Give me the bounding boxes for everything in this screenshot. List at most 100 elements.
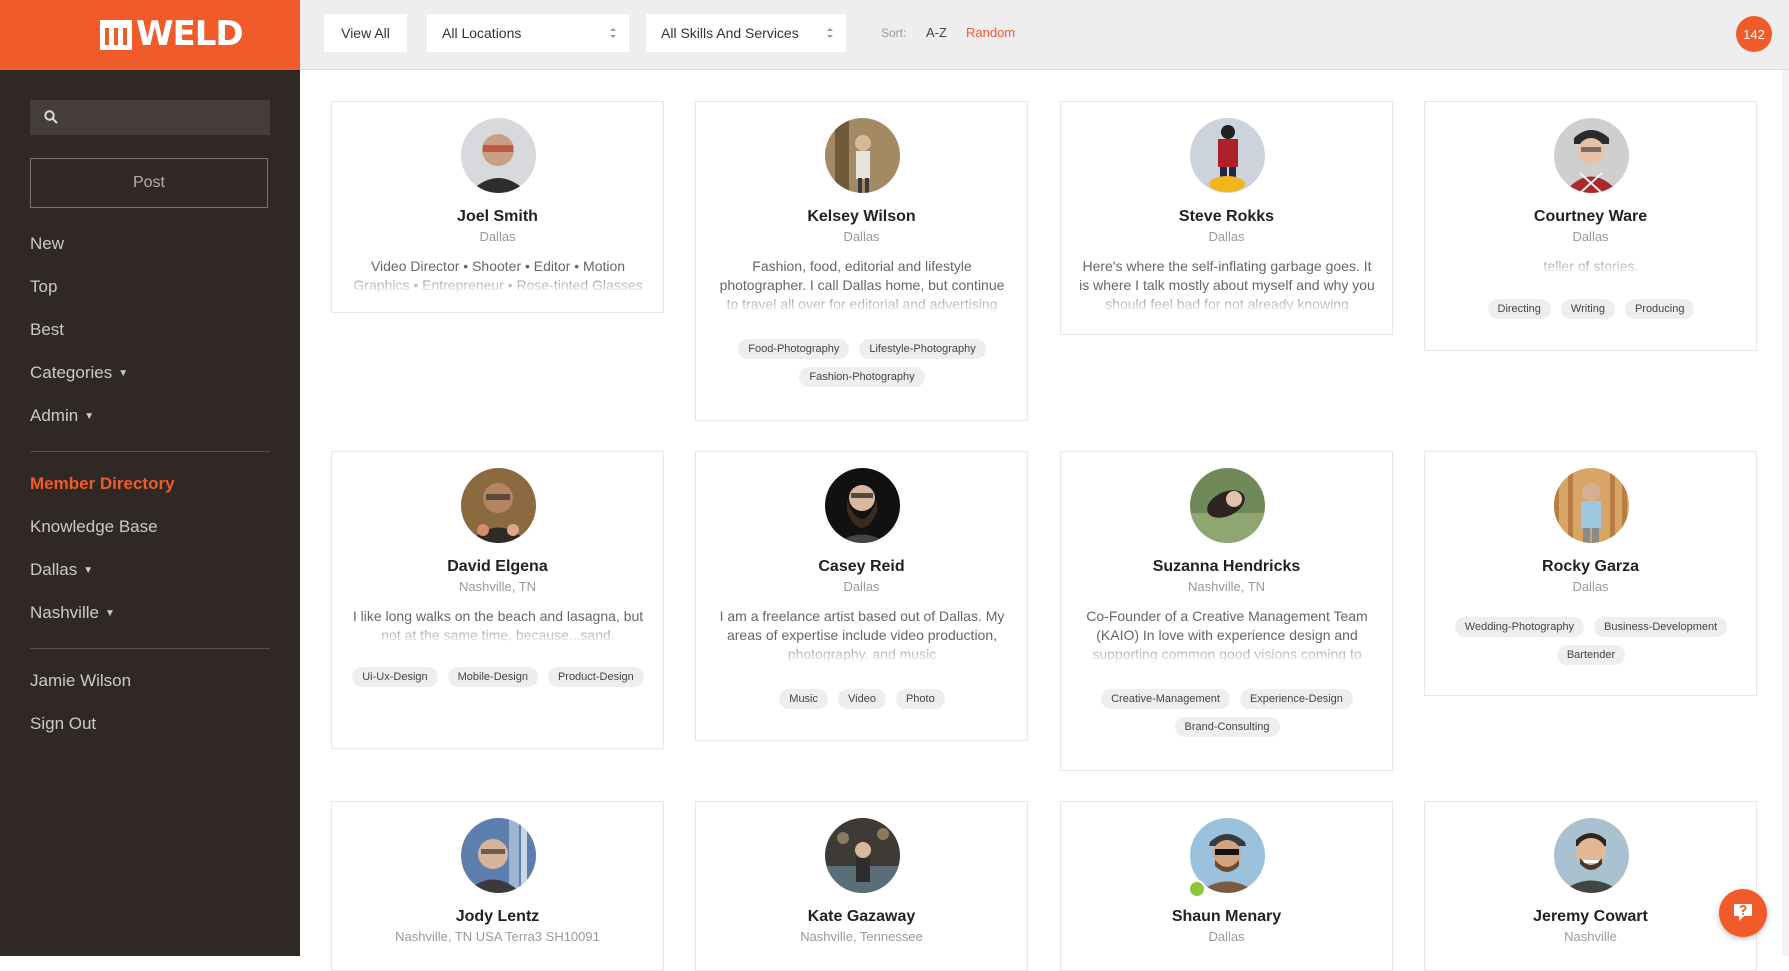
sidebar-divider	[30, 451, 270, 452]
logo-bar[interactable]: WELD	[0, 0, 300, 70]
member-name[interactable]: Kelsey Wilson	[696, 208, 1027, 226]
skill-tag[interactable]: Video	[838, 689, 886, 709]
skill-tag[interactable]: Mobile-Design	[447, 667, 538, 687]
skill-tag[interactable]: Ui-Ux-Design	[352, 667, 438, 687]
sidebar-item-label: Best	[30, 320, 65, 339]
sidebar-item-label: New	[30, 234, 65, 253]
skill-tag[interactable]: Music	[779, 689, 829, 709]
sort-az-link[interactable]: A-Z	[926, 25, 947, 40]
member-count-badge[interactable]: 142	[1736, 16, 1772, 52]
skill-tag[interactable]: Directing	[1487, 299, 1551, 319]
member-card[interactable]: Shaun Menary Dallas	[1060, 801, 1393, 971]
sidebar-item-nashville[interactable]: Nashville ▼	[30, 603, 115, 624]
caret-down-icon: ▼	[83, 565, 94, 576]
filter-toolbar: View All All Locations All Skills And Se…	[300, 0, 1789, 70]
avatar	[1554, 118, 1629, 193]
member-name[interactable]: Kate Gazaway	[696, 908, 1027, 926]
sidebar-item-top[interactable]: Top	[30, 277, 57, 297]
member-card[interactable]: Steve Rokks Dallas Here's where the self…	[1060, 101, 1393, 335]
member-name[interactable]: Steve Rokks	[1061, 208, 1392, 226]
sidebar-item-admin[interactable]: Admin ▼	[30, 406, 94, 427]
sidebar-item-label: Sign Out	[30, 714, 97, 733]
sidebar-item-label: Top	[30, 277, 58, 296]
sidebar-item-label: Knowledge Base	[30, 517, 158, 536]
sidebar-item-sign-out[interactable]: Sign Out	[30, 714, 96, 734]
avatar	[1554, 468, 1629, 543]
member-location: Dallas	[843, 579, 880, 594]
skill-tag[interactable]: Bartender	[1556, 645, 1626, 665]
member-card[interactable]: Suzanna Hendricks Nashville, TN Co-Found…	[1060, 451, 1393, 771]
member-bio: teller of stories.	[1441, 257, 1741, 276]
skill-tag[interactable]: Food-Photography	[738, 339, 850, 359]
select-arrows-icon	[610, 28, 616, 38]
avatar	[1190, 118, 1265, 193]
sidebar-search-input[interactable]	[30, 100, 270, 135]
member-card[interactable]: Courtney Ware Dallas teller of stories. …	[1424, 101, 1757, 351]
skill-tag[interactable]: Experience-Design	[1239, 689, 1353, 709]
location-select[interactable]: All Locations	[427, 14, 629, 52]
scrollbar-track[interactable]	[1782, 70, 1789, 956]
member-bio: Here's where the self-inflating garbage …	[1077, 257, 1377, 314]
sidebar-item-new[interactable]: New	[30, 234, 64, 254]
sidebar-item-label: Nashville	[30, 603, 99, 622]
skill-tag[interactable]: Brand-Consulting	[1174, 717, 1280, 737]
avatar	[825, 818, 900, 893]
skill-tag[interactable]: Product-Design	[547, 667, 644, 687]
sidebar-item-categories[interactable]: Categories ▼	[30, 363, 128, 384]
member-location: Dallas	[1572, 229, 1609, 244]
member-bio: Fashion, food, editorial and lifestyle p…	[712, 257, 1012, 314]
member-name[interactable]: Joel Smith	[332, 208, 663, 226]
sidebar-item-label: Member Directory	[30, 474, 175, 493]
sort-random-link[interactable]: Random	[966, 25, 1015, 40]
tag-list: Directing Writing Producing	[1437, 299, 1745, 319]
member-card[interactable]: Rocky Garza Dallas Wedding-Photography B…	[1424, 451, 1757, 696]
sort-label: Sort:	[881, 26, 907, 40]
member-bio: Co-Founder of a Creative Management Team…	[1077, 607, 1377, 664]
member-location: Dallas	[1208, 229, 1245, 244]
sidebar-item-label: Jamie Wilson	[30, 671, 132, 690]
skill-tag[interactable]: Fashion-Photography	[799, 367, 925, 387]
skills-select[interactable]: All Skills And Services	[646, 14, 846, 52]
member-name[interactable]: Jody Lentz	[332, 908, 663, 926]
member-location: Nashville, TN USA Terra3 SH10091	[395, 929, 600, 944]
weld-logo-icon	[100, 20, 132, 50]
sidebar-item-profile[interactable]: Jamie Wilson	[30, 671, 131, 691]
skill-tag[interactable]: Producing	[1624, 299, 1695, 319]
member-name[interactable]: Jeremy Cowart	[1425, 908, 1756, 926]
member-card[interactable]: Jeremy Cowart Nashville	[1424, 801, 1757, 971]
skill-tag[interactable]: Writing	[1560, 299, 1615, 319]
tag-list: Food-Photography Lifestyle-Photography F…	[708, 339, 1016, 387]
member-name[interactable]: Casey Reid	[696, 558, 1027, 576]
member-card[interactable]: Kate Gazaway Nashville, Tennessee	[695, 801, 1028, 971]
sidebar-item-member-directory[interactable]: Member Directory	[30, 474, 175, 494]
skill-tag[interactable]: Lifestyle-Photography	[859, 339, 986, 359]
sidebar-item-knowledge-base[interactable]: Knowledge Base	[30, 517, 158, 537]
view-all-button[interactable]: View All	[324, 14, 407, 52]
caret-down-icon: ▼	[84, 411, 95, 422]
member-location: Dallas	[479, 229, 516, 244]
member-card[interactable]: Kelsey Wilson Dallas Fashion, food, edit…	[695, 101, 1028, 421]
sidebar-item-label: Admin	[30, 406, 79, 425]
member-name[interactable]: Shaun Menary	[1061, 908, 1392, 926]
caret-down-icon: ▼	[118, 368, 129, 379]
sidebar-item-dallas[interactable]: Dallas ▼	[30, 560, 93, 581]
member-card[interactable]: David Elgena Nashville, TN I like long w…	[331, 451, 664, 749]
member-card[interactable]: Casey Reid Dallas I am a freelance artis…	[695, 451, 1028, 741]
skill-tag[interactable]: Creative-Management	[1101, 689, 1230, 709]
help-chat-button[interactable]	[1719, 889, 1767, 937]
post-button[interactable]: Post	[30, 158, 268, 208]
member-location: Dallas	[843, 229, 880, 244]
member-name[interactable]: Suzanna Hendricks	[1061, 558, 1392, 576]
member-bio: I like long walks on the beach and lasag…	[348, 607, 648, 645]
member-card[interactable]: Joel Smith Dallas Video Director • Shoot…	[331, 101, 664, 313]
skill-tag[interactable]: Wedding-Photography	[1454, 617, 1585, 637]
member-card[interactable]: Jody Lentz Nashville, TN USA Terra3 SH10…	[331, 801, 664, 971]
sidebar-item-best[interactable]: Best	[30, 320, 64, 340]
member-name[interactable]: David Elgena	[332, 558, 663, 576]
avatar	[1554, 818, 1629, 893]
skill-tag[interactable]: Business-Development	[1594, 617, 1728, 637]
skill-tag[interactable]: Photo	[895, 689, 945, 709]
member-name[interactable]: Courtney Ware	[1425, 208, 1756, 226]
avatar	[461, 818, 536, 893]
member-name[interactable]: Rocky Garza	[1425, 558, 1756, 576]
